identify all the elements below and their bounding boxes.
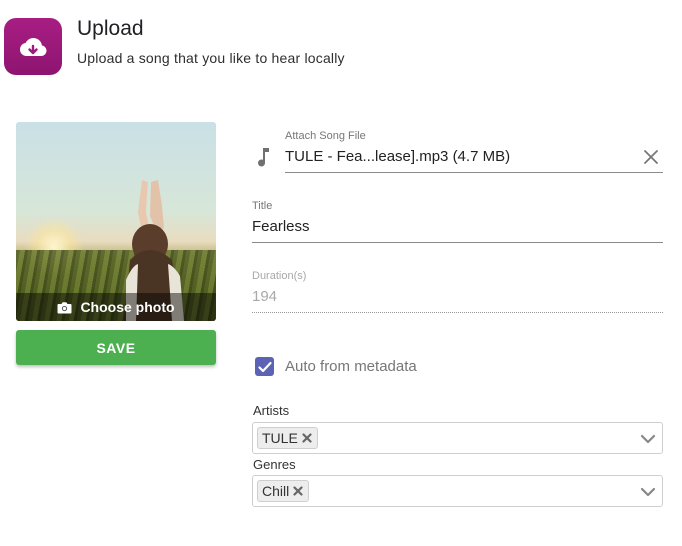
duration-label: Duration(s)	[252, 270, 307, 282]
attach-underline	[285, 172, 663, 173]
music-note-icon	[258, 148, 269, 167]
auto-metadata-checkbox[interactable]	[255, 357, 274, 376]
page-title: Upload	[77, 17, 144, 40]
checkmark-icon	[257, 361, 272, 372]
duration-input: 194	[252, 288, 278, 305]
camera-icon	[57, 301, 72, 313]
upload-app-icon	[4, 18, 62, 75]
cloud-upload-icon	[20, 37, 47, 56]
title-underline	[252, 242, 663, 243]
save-button[interactable]: SAVE	[16, 330, 216, 365]
duration-underline	[252, 312, 663, 313]
genre-chip-label: Chill	[262, 483, 290, 499]
genres-select[interactable]: Chill	[252, 475, 663, 507]
artists-label: Artists	[253, 403, 290, 418]
remove-chip-icon[interactable]	[292, 485, 304, 497]
cover-photo[interactable]: Choose photo	[16, 122, 216, 321]
artist-chip: TULE	[257, 427, 318, 449]
choose-photo-label: Choose photo	[80, 299, 175, 315]
title-label: Title	[252, 200, 273, 212]
page-subtitle: Upload a song that you like to hear loca…	[77, 50, 345, 66]
attach-song-label: Attach Song File	[285, 130, 366, 142]
chevron-down-icon[interactable]	[640, 484, 656, 500]
choose-photo-button[interactable]: Choose photo	[16, 293, 216, 321]
title-input[interactable]: Fearless	[252, 218, 310, 235]
close-icon[interactable]	[641, 147, 661, 167]
genre-chip: Chill	[257, 480, 310, 502]
remove-chip-icon[interactable]	[301, 432, 313, 444]
attach-song-file-value[interactable]: TULE - Fea...lease].mp3 (4.7 MB)	[285, 148, 510, 165]
chevron-down-icon[interactable]	[640, 431, 656, 447]
artist-chip-label: TULE	[262, 430, 298, 446]
artists-select[interactable]: TULE	[252, 422, 663, 454]
auto-metadata-label: Auto from metadata	[285, 358, 417, 375]
genres-label: Genres	[253, 457, 296, 472]
